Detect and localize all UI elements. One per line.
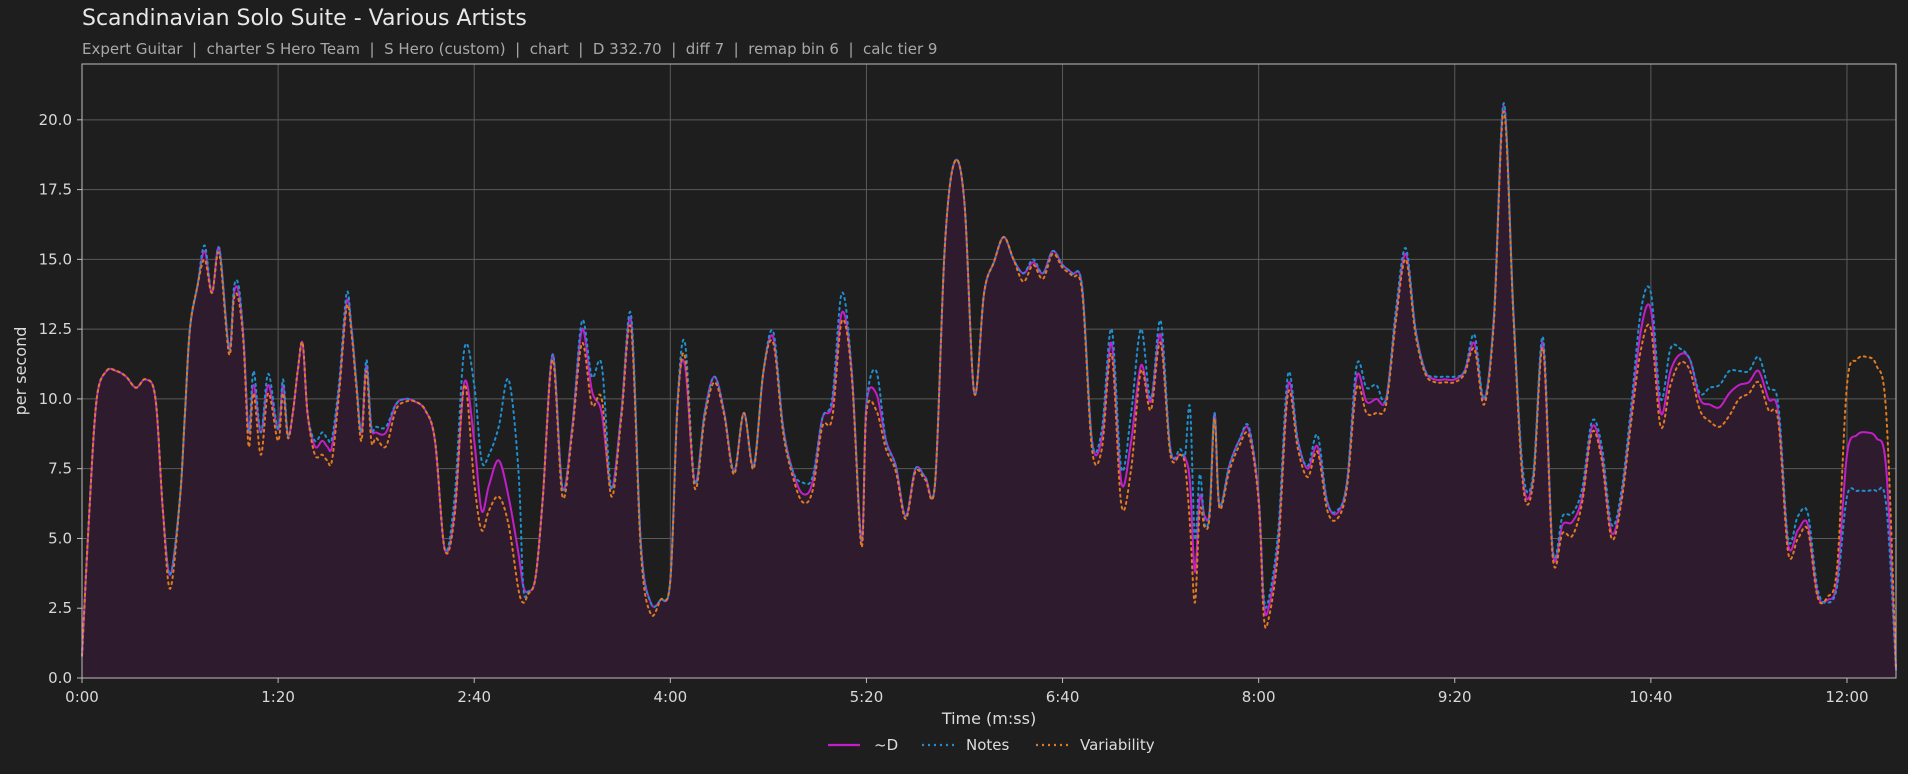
x-tick-label: 1:20 bbox=[261, 688, 295, 706]
y-tick-label: 0.0 bbox=[48, 669, 72, 687]
x-tick-label: 2:40 bbox=[457, 688, 491, 706]
chart-canvas: 0:00 1:20 2:40 4:00 5:20 6:40 8:00 9:20 10:40 12:… bbox=[11, 63, 1897, 754]
y-axis-ticks: 0.0 2.5 5.0 7.5 10.0 12.5 15.0 17.5 20.0 bbox=[39, 111, 82, 687]
legend-label: Variability bbox=[1080, 736, 1155, 754]
x-tick-label: 12:00 bbox=[1825, 688, 1868, 706]
chart-figure: Scandinavian Solo Suite - Various Artist… bbox=[0, 0, 1908, 774]
y-tick-label: 17.5 bbox=[39, 181, 72, 199]
legend: ~D Notes Variability bbox=[828, 736, 1155, 754]
y-axis-label: per second bbox=[11, 327, 30, 416]
x-tick-label: 10:40 bbox=[1629, 688, 1672, 706]
area-under-d bbox=[82, 105, 1896, 678]
legend-label: Notes bbox=[966, 736, 1010, 754]
x-tick-label: 6:40 bbox=[1046, 688, 1080, 706]
y-tick-label: 10.0 bbox=[39, 390, 72, 408]
y-tick-label: 20.0 bbox=[39, 111, 72, 129]
area-fill bbox=[82, 105, 1896, 678]
y-tick-label: 2.5 bbox=[48, 599, 72, 617]
x-tick-label: 8:00 bbox=[1242, 688, 1276, 706]
y-tick-label: 7.5 bbox=[48, 460, 72, 478]
x-tick-label: 0:00 bbox=[65, 688, 99, 706]
x-axis-label: Time (m:ss) bbox=[941, 709, 1036, 728]
legend-label: ~D bbox=[874, 736, 898, 754]
y-tick-label: 5.0 bbox=[48, 529, 72, 547]
x-tick-label: 9:20 bbox=[1438, 688, 1472, 706]
y-tick-label: 15.0 bbox=[39, 250, 72, 268]
x-axis-ticks: 0:00 1:20 2:40 4:00 5:20 6:40 8:00 9:20 10:40 12:… bbox=[65, 678, 1869, 706]
y-tick-label: 12.5 bbox=[39, 320, 72, 338]
x-tick-label: 5:20 bbox=[850, 688, 884, 706]
x-tick-label: 4:00 bbox=[653, 688, 687, 706]
